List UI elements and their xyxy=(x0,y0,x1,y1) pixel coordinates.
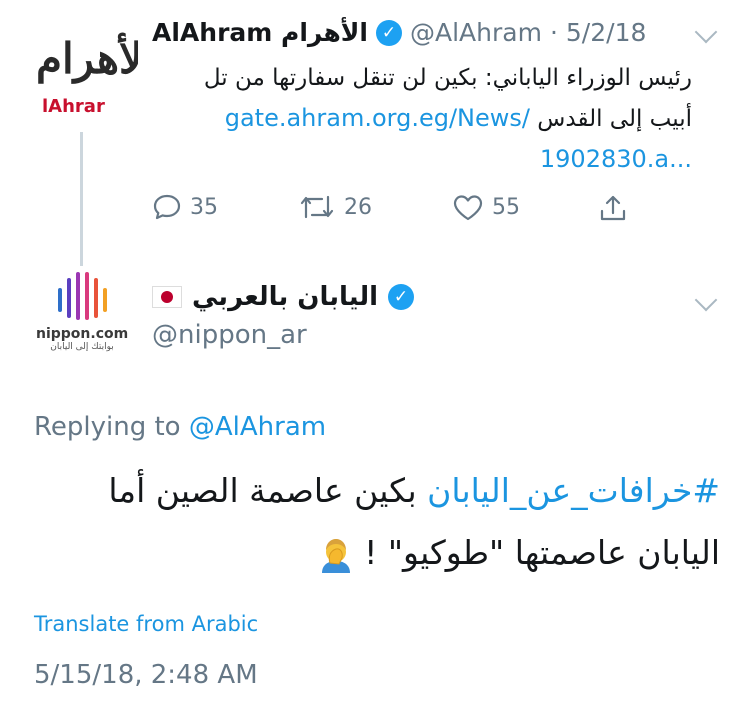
alahram-logo: الأهرام xyxy=(36,34,138,83)
like-action[interactable]: 55 xyxy=(452,193,520,221)
verified-badge-icon: ✓ xyxy=(388,284,415,310)
retweet-action[interactable]: 26 xyxy=(298,193,372,221)
retweet-icon xyxy=(300,195,334,219)
tweet2-body: #خرافات_عن_اليابان بكين عاصمة الصين أما … xyxy=(30,460,720,584)
translate-link[interactable]: Translate from Arabic xyxy=(34,612,258,636)
like-count: 55 xyxy=(492,194,520,220)
tweet1-separator: · xyxy=(549,18,558,47)
tweet2-timestamp[interactable]: 5/15/18, 2:48 AM xyxy=(34,660,258,690)
chevron-down-icon[interactable] xyxy=(694,288,718,312)
tweet1-header: AlAhram الأهرام ✓ @AlAhram · 5/2/18 xyxy=(152,18,646,47)
tweet2-body-line2: اليابان عاصمتها "طوكيو" ! xyxy=(30,522,720,584)
nippon-logo-icon xyxy=(58,272,107,320)
tweet1-text-line2: أبيب إلى القدس gate.ahram.org.eg/News/ xyxy=(152,98,692,139)
tweet2-handle[interactable]: @nippon_ar xyxy=(152,320,307,350)
reply-action[interactable]: 35 xyxy=(152,193,218,221)
nippon-avatar[interactable]: nippon.com بوابتك إلى اليابان xyxy=(36,268,128,368)
thread-line xyxy=(80,132,83,266)
tweet1-date[interactable]: 5/2/18 xyxy=(566,18,646,47)
replying-handle[interactable]: @AlAhram xyxy=(189,412,326,442)
hashtag-link[interactable]: #خرافات_عن_اليابان xyxy=(427,471,720,510)
japan-flag-icon xyxy=(152,286,182,308)
tweet1-link-part1[interactable]: gate.ahram.org.eg/News/ xyxy=(225,104,530,132)
nippon-caption: nippon.com xyxy=(36,326,129,342)
reply-count: 35 xyxy=(190,194,218,220)
tweet1-text: رئيس الوزراء الياباني: بكين لن تنقل سفار… xyxy=(152,58,692,179)
tweet2-body-line2-text: اليابان عاصمتها "طوكيو" ! xyxy=(364,533,720,572)
facepalm-emoji-icon xyxy=(321,538,350,573)
share-icon xyxy=(600,195,626,221)
retweet-count: 26 xyxy=(344,194,372,220)
tweet1-link-part2[interactable]: 1902830.a... xyxy=(152,139,692,179)
alahram-avatar[interactable]: الأهرام lAhrar xyxy=(28,32,138,122)
tweet1-display-name[interactable]: AlAhram الأهرام xyxy=(152,18,368,47)
tweet2-header: اليابان بالعربي ✓ xyxy=(152,282,415,312)
share-action[interactable] xyxy=(598,193,628,223)
nippon-subcaption: بوابتك إلى اليابان xyxy=(50,342,114,352)
like-icon xyxy=(453,195,483,221)
tweet1-text-arabic: أبيب إلى القدس xyxy=(537,106,692,132)
tweet2-body-line1-text: بكين عاصمة الصين أما xyxy=(108,471,417,510)
tweet1-text-line1: رئيس الوزراء الياباني: بكين لن تنقل سفار… xyxy=(203,65,692,91)
chevron-down-icon[interactable] xyxy=(694,20,718,44)
tweet2-body-line1: #خرافات_عن_اليابان بكين عاصمة الصين أما xyxy=(30,460,720,522)
tweet2-display-name[interactable]: اليابان بالعربي xyxy=(192,282,378,312)
tweet1-handle[interactable]: @AlAhram xyxy=(410,18,542,47)
replying-to: Replying to @AlAhram xyxy=(34,412,326,442)
reply-icon xyxy=(153,194,181,220)
replying-label: Replying to xyxy=(34,412,181,442)
verified-badge-icon: ✓ xyxy=(376,19,402,46)
alahram-logo-sub: lAhrar xyxy=(42,96,105,117)
